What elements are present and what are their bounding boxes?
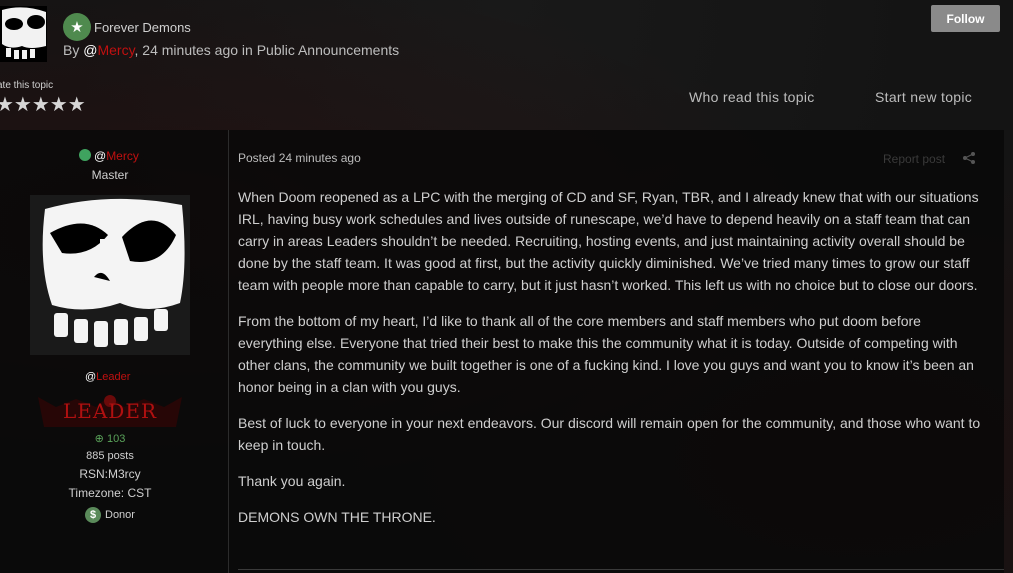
skull-avatar-icon: [30, 195, 190, 355]
post-paragraph: When Doom reopened as a LPC with the mer…: [238, 189, 979, 293]
donor-label: Donor: [105, 509, 135, 521]
group-at: @: [85, 371, 97, 383]
header-skull-avatar[interactable]: [0, 6, 47, 62]
rep-plus-icon: ⊕: [94, 433, 104, 445]
topic-byline: By @Mercy, 24 minutes ago in Public Anno…: [63, 42, 399, 58]
post-paragraph: DEMONS OWN THE THRONE.: [238, 509, 436, 525]
author-at: @: [94, 149, 107, 163]
post-divider: [238, 569, 1004, 570]
author-rank-title: Master: [91, 168, 129, 182]
rsn-field: RSN:M3rcy: [79, 467, 141, 481]
start-new-topic-link[interactable]: Start new topic: [875, 89, 972, 105]
leader-group-banner: LEADER: [36, 393, 184, 429]
author-name[interactable]: @Mercy: [94, 149, 139, 163]
forum-name[interactable]: Forever Demons: [94, 20, 191, 35]
skull-avatar-icon: [0, 6, 47, 62]
byline-prefix: By: [63, 42, 84, 58]
post-paragraph: From the bottom of my heart, I’d like to…: [238, 313, 974, 395]
banner-text: LEADER: [62, 399, 158, 423]
posted-timestamp[interactable]: Posted 24 minutes ago: [238, 151, 361, 165]
author-avatar[interactable]: [30, 195, 190, 355]
post-count: 885 posts: [86, 450, 134, 462]
group-name: Leader: [96, 371, 131, 383]
post-paragraph: Best of luck to everyone in your next en…: [238, 415, 981, 453]
rate-topic-label: ate this topic: [0, 80, 54, 91]
author-name-link[interactable]: Mercy: [106, 149, 139, 163]
donor-dollar-icon: $: [85, 507, 101, 523]
post-paragraph: Thank you again.: [238, 473, 346, 489]
who-read-link[interactable]: Who read this topic: [689, 89, 815, 105]
byline-rest: , 24 minutes ago in Public Announcements: [134, 42, 400, 58]
byline-author-link[interactable]: Mercy: [97, 42, 134, 58]
post-body: When Doom reopened as a LPC with the mer…: [238, 186, 983, 542]
report-post-link[interactable]: Report post: [883, 152, 945, 166]
reputation-count: 103: [106, 433, 126, 445]
member-group: @Leader: [85, 371, 130, 383]
timezone-field: Timezone: CST: [68, 486, 152, 500]
rating-stars[interactable]: ★★★★★: [0, 92, 86, 117]
byline-at: @: [83, 42, 98, 58]
donor-badge: $ Donor: [85, 507, 135, 523]
online-status-icon: [79, 149, 91, 161]
reputation[interactable]: ⊕ 103: [0, 432, 220, 445]
follow-button[interactable]: Follow: [931, 5, 1000, 32]
share-icon[interactable]: [963, 152, 975, 164]
forum-star-icon[interactable]: ★: [63, 13, 91, 41]
